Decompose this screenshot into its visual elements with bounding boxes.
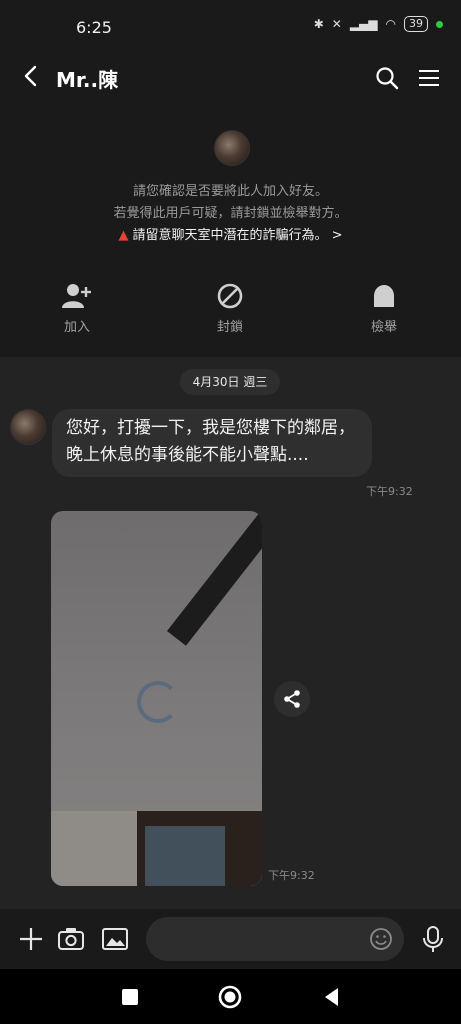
video-thumbnail-detail	[145, 826, 225, 886]
notice-line-2: 若覺得此用戶可疑，請封鎖並檢舉對方。	[113, 206, 348, 221]
battery-icon: 39	[404, 16, 428, 32]
message-input-box[interactable]	[146, 917, 404, 961]
recent-apps-icon[interactable]	[116, 983, 144, 1011]
message-input[interactable]	[160, 927, 364, 953]
camera-indicator-dot	[436, 20, 443, 28]
back-nav-icon[interactable]	[318, 983, 346, 1011]
wifi-icon: ◠	[385, 17, 396, 31]
image-icon[interactable]	[100, 924, 130, 954]
emoji-icon[interactable]	[368, 926, 394, 952]
chat-area[interactable]: 4月30日 週三 您好，打擾一下，我是您樓下的鄰居，晚上休息的事後能不能小聲點.…	[0, 357, 461, 909]
friend-notice-panel: 請您確認是否要將此人加入好友。 若覺得此用戶可疑，請封鎖並檢舉對方。 ▲ 請留意聊…	[0, 102, 461, 357]
loading-spinner-icon	[137, 681, 179, 723]
report-button[interactable]: 檢舉	[334, 282, 434, 335]
status-time: 6:25	[76, 18, 112, 37]
search-icon[interactable]	[373, 64, 401, 92]
system-nav-bar	[0, 969, 461, 1024]
report-label: 檢舉	[370, 320, 397, 335]
video-message-time: 下午9:32	[268, 869, 315, 882]
mute-icon: ✕	[331, 17, 342, 31]
plus-icon[interactable]	[16, 924, 46, 954]
add-friend-button[interactable]: 加入	[27, 282, 127, 335]
report-icon	[374, 285, 394, 307]
share-icon	[284, 690, 300, 708]
scam-warning-text: 請留意聊天室中潛在的詐騙行為。	[132, 228, 328, 243]
scam-warning-link[interactable]: ▲ 請留意聊天室中潛在的詐騙行為。 >	[0, 224, 461, 243]
block-icon	[217, 283, 243, 309]
camera-icon[interactable]	[56, 924, 86, 954]
microphone-icon[interactable]	[418, 924, 448, 954]
notice-line-1: 請您確認是否要將此人加入好友。	[132, 184, 328, 199]
contact-avatar[interactable]	[10, 409, 46, 445]
menu-icon[interactable]	[415, 64, 443, 92]
home-icon[interactable]	[216, 983, 244, 1011]
chevron-right-icon: >	[331, 228, 343, 243]
bluetooth-icon: ✱	[313, 17, 324, 31]
video-thumbnail-detail	[167, 511, 262, 646]
message-time: 下午9:32	[366, 485, 413, 498]
warning-icon: ▲	[118, 228, 129, 243]
signal-icon: ▂▄▆	[349, 17, 378, 31]
friend-actions: 加入 封鎖 檢舉	[0, 282, 461, 342]
chat-header: Mr..陳	[0, 54, 461, 102]
date-chip: 4月30日 週三	[180, 369, 280, 395]
status-bar: 6:25 ✱ ✕ ▂▄▆ ◠ 39	[0, 0, 461, 54]
block-button[interactable]: 封鎖	[180, 282, 280, 335]
message-bubble[interactable]: 您好，打擾一下，我是您樓下的鄰居，晚上休息的事後能不能小聲點....	[52, 409, 372, 477]
back-arrow-icon[interactable]	[18, 62, 46, 90]
add-friend-icon	[62, 284, 91, 308]
add-friend-label: 加入	[63, 320, 90, 335]
share-button[interactable]	[274, 681, 310, 717]
block-label: 封鎖	[216, 320, 243, 335]
chat-title: Mr..陳	[56, 68, 119, 92]
message-composer	[0, 909, 461, 969]
contact-avatar-small	[214, 130, 250, 166]
video-message[interactable]	[51, 511, 262, 886]
status-icons: ✱ ✕ ▂▄▆ ◠ 39	[314, 16, 443, 32]
